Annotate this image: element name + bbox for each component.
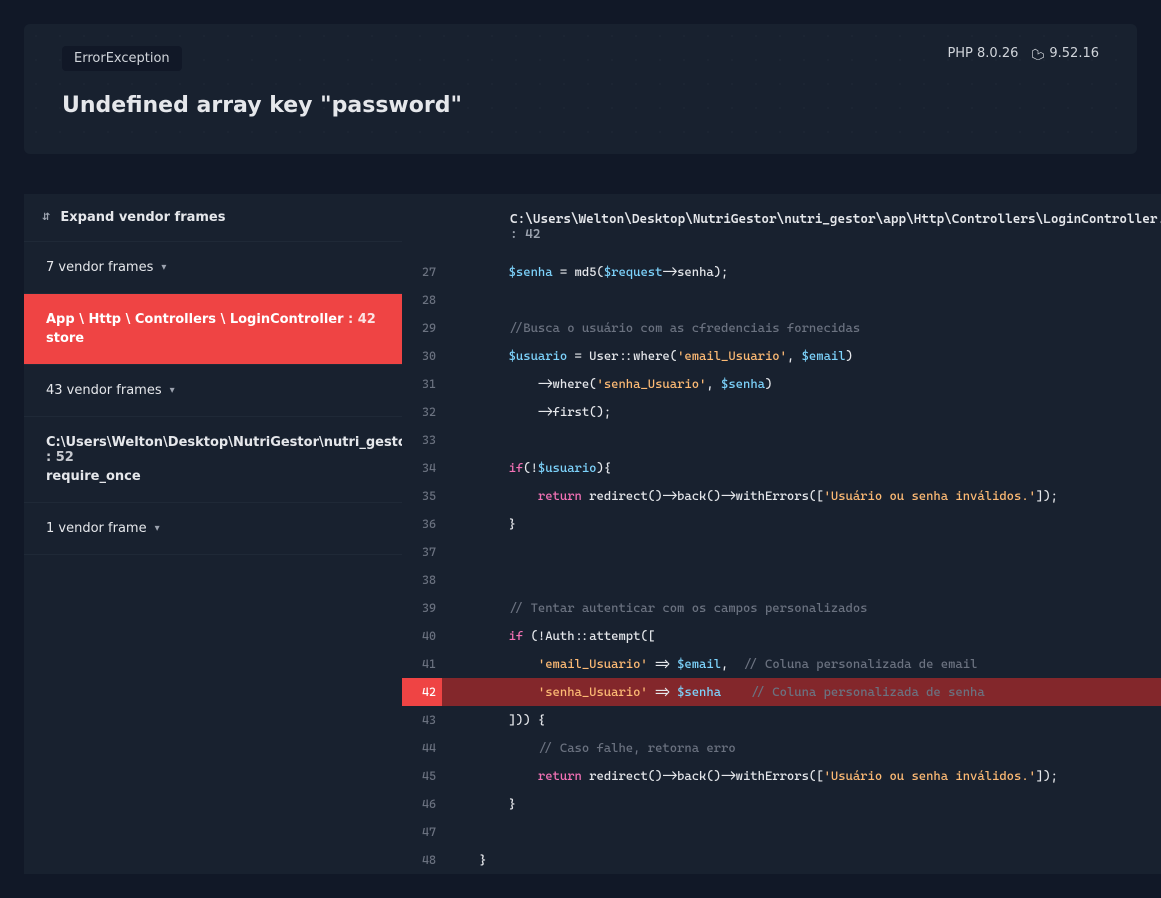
line-number: 27 bbox=[402, 258, 442, 286]
code-content: 'email_Usuario' => $email, // Coluna per… bbox=[442, 650, 1161, 678]
code-line: 36 } bbox=[402, 510, 1161, 538]
chevron-updown-icon: ⇵ bbox=[42, 213, 50, 223]
code-content: return redirect()->back()->withErrors(['… bbox=[442, 482, 1161, 510]
code-line: 41 'email_Usuario' => $email, // Coluna … bbox=[402, 650, 1161, 678]
code-content: if (!Auth::attempt([ bbox=[442, 622, 1161, 650]
code-line: 30 $usuario = User::where('email_Usuario… bbox=[402, 342, 1161, 370]
error-message: Undefined array key "password" bbox=[62, 93, 1099, 118]
line-number: 30 bbox=[402, 342, 442, 370]
frame-title: App \ Http \ Controllers \ LoginControll… bbox=[46, 312, 380, 327]
code-line: 45 return redirect()->back()->withErrors… bbox=[402, 762, 1161, 790]
vendor-frames-label: 7 vendor frames bbox=[46, 260, 153, 275]
code-line: 46 } bbox=[402, 790, 1161, 818]
code-panel: C:\Users\Welton\Desktop\NutriGestor\nutr… bbox=[402, 194, 1161, 874]
code-content: } bbox=[442, 510, 1161, 538]
code-line: 47 bbox=[402, 818, 1161, 846]
code-content: 'senha_Usuario' => $senha // Coluna pers… bbox=[442, 678, 1161, 706]
code-content bbox=[442, 426, 1161, 454]
code-content: // Caso falhe, retorna erro bbox=[442, 734, 1161, 762]
laravel-icon bbox=[1032, 48, 1044, 60]
vendor-frames-collapsed[interactable]: 1 vendor frame ▾ bbox=[24, 503, 402, 555]
vendor-frames-label: 43 vendor frames bbox=[46, 383, 162, 398]
code-line: 29 //Busca o usuário com as cfredenciais… bbox=[402, 314, 1161, 342]
code-content: } bbox=[442, 790, 1161, 818]
code-line: 40 if (!Auth::attempt([ bbox=[402, 622, 1161, 650]
error-header-card: ErrorException PHP 8.0.26 9.52.16 Undefi… bbox=[24, 24, 1137, 154]
line-number: 32 bbox=[402, 398, 442, 426]
code-line: 28 bbox=[402, 286, 1161, 314]
line-number: 29 bbox=[402, 314, 442, 342]
expand-vendor-frames-button[interactable]: ⇵ Expand vendor frames bbox=[24, 194, 402, 242]
code-content: ->first(); bbox=[442, 398, 1161, 426]
line-number: 33 bbox=[402, 426, 442, 454]
code-line: 33 bbox=[402, 426, 1161, 454]
version-info: PHP 8.0.26 9.52.16 bbox=[947, 46, 1099, 61]
code-line: 37 bbox=[402, 538, 1161, 566]
chevron-down-icon: ▾ bbox=[155, 523, 160, 534]
code-line: 43 ])) { bbox=[402, 706, 1161, 734]
expand-vendor-label: Expand vendor frames bbox=[60, 210, 225, 225]
code-content: // Tentar autenticar com os campos perso… bbox=[442, 594, 1161, 622]
file-path: C:\Users\Welton\Desktop\NutriGestor\nutr… bbox=[510, 212, 1157, 227]
line-number: 40 bbox=[402, 622, 442, 650]
code-content: ->where('senha_Usuario', $senha) bbox=[442, 370, 1161, 398]
code-line: 38 bbox=[402, 566, 1161, 594]
line-number: 41 bbox=[402, 650, 442, 678]
code-content bbox=[442, 566, 1161, 594]
laravel-version: 9.52.16 bbox=[1049, 46, 1099, 61]
code-area: 27 $senha = md5($request->senha);2829 //… bbox=[402, 258, 1161, 874]
code-line: 31 ->where('senha_Usuario', $senha) bbox=[402, 370, 1161, 398]
code-line: 42 'senha_Usuario' => $senha // Coluna p… bbox=[402, 678, 1161, 706]
line-number: 45 bbox=[402, 762, 442, 790]
chevron-down-icon: ▾ bbox=[161, 262, 166, 273]
line-number: 46 bbox=[402, 790, 442, 818]
line-number: 44 bbox=[402, 734, 442, 762]
code-content: //Busca o usuário com as cfredenciais fo… bbox=[442, 314, 1161, 342]
line-number: 47 bbox=[402, 818, 442, 846]
file-path-bar: C:\Users\Welton\Desktop\NutriGestor\nutr… bbox=[402, 194, 1161, 258]
line-number: 31 bbox=[402, 370, 442, 398]
stack-frame[interactable]: C:\Users\Welton\Desktop\NutriGestor\nutr… bbox=[24, 417, 402, 503]
file-line-sep: : bbox=[510, 227, 525, 242]
file-line-number: 42 bbox=[525, 227, 540, 242]
chevron-down-icon: ▾ bbox=[170, 385, 175, 396]
vendor-frames-label: 1 vendor frame bbox=[46, 521, 147, 536]
line-number: 38 bbox=[402, 566, 442, 594]
code-content: if(!$usuario){ bbox=[442, 454, 1161, 482]
line-number: 37 bbox=[402, 538, 442, 566]
line-number: 39 bbox=[402, 594, 442, 622]
vendor-frames-collapsed[interactable]: 7 vendor frames ▾ bbox=[24, 242, 402, 294]
line-number: 48 bbox=[402, 846, 442, 874]
code-line: 39 // Tentar autenticar com os campos pe… bbox=[402, 594, 1161, 622]
code-content: } bbox=[442, 846, 1161, 874]
code-line: 35 return redirect()->back()->withErrors… bbox=[402, 482, 1161, 510]
frame-title: C:\Users\Welton\Desktop\NutriGestor\nutr… bbox=[46, 435, 380, 465]
line-number: 35 bbox=[402, 482, 442, 510]
code-content bbox=[442, 286, 1161, 314]
code-line: 34 if(!$usuario){ bbox=[402, 454, 1161, 482]
vendor-frames-collapsed[interactable]: 43 vendor frames ▾ bbox=[24, 365, 402, 417]
code-content: $usuario = User::where('email_Usuario', … bbox=[442, 342, 1161, 370]
frame-method: require_once bbox=[46, 469, 380, 484]
stacktrace-sidebar: ⇵ Expand vendor frames 7 vendor frames ▾ A… bbox=[24, 194, 402, 874]
stack-frame[interactable]: App \ Http \ Controllers \ LoginControll… bbox=[24, 294, 402, 365]
frame-method: store bbox=[46, 331, 380, 346]
line-number: 43 bbox=[402, 706, 442, 734]
code-content: $senha = md5($request->senha); bbox=[442, 258, 1161, 286]
code-line: 32 ->first(); bbox=[402, 398, 1161, 426]
line-number: 36 bbox=[402, 510, 442, 538]
code-content: return redirect()->back()->withErrors(['… bbox=[442, 762, 1161, 790]
code-line: 44 // Caso falhe, retorna erro bbox=[402, 734, 1161, 762]
file-ext: .php bbox=[1157, 212, 1161, 227]
code-line: 48 } bbox=[402, 846, 1161, 874]
php-version: PHP 8.0.26 bbox=[947, 46, 1018, 61]
line-number: 34 bbox=[402, 454, 442, 482]
code-content bbox=[442, 538, 1161, 566]
line-number: 28 bbox=[402, 286, 442, 314]
exception-badge: ErrorException bbox=[62, 46, 182, 71]
code-content bbox=[442, 818, 1161, 846]
code-content: ])) { bbox=[442, 706, 1161, 734]
line-number: 42 bbox=[402, 678, 442, 706]
code-line: 27 $senha = md5($request->senha); bbox=[402, 258, 1161, 286]
